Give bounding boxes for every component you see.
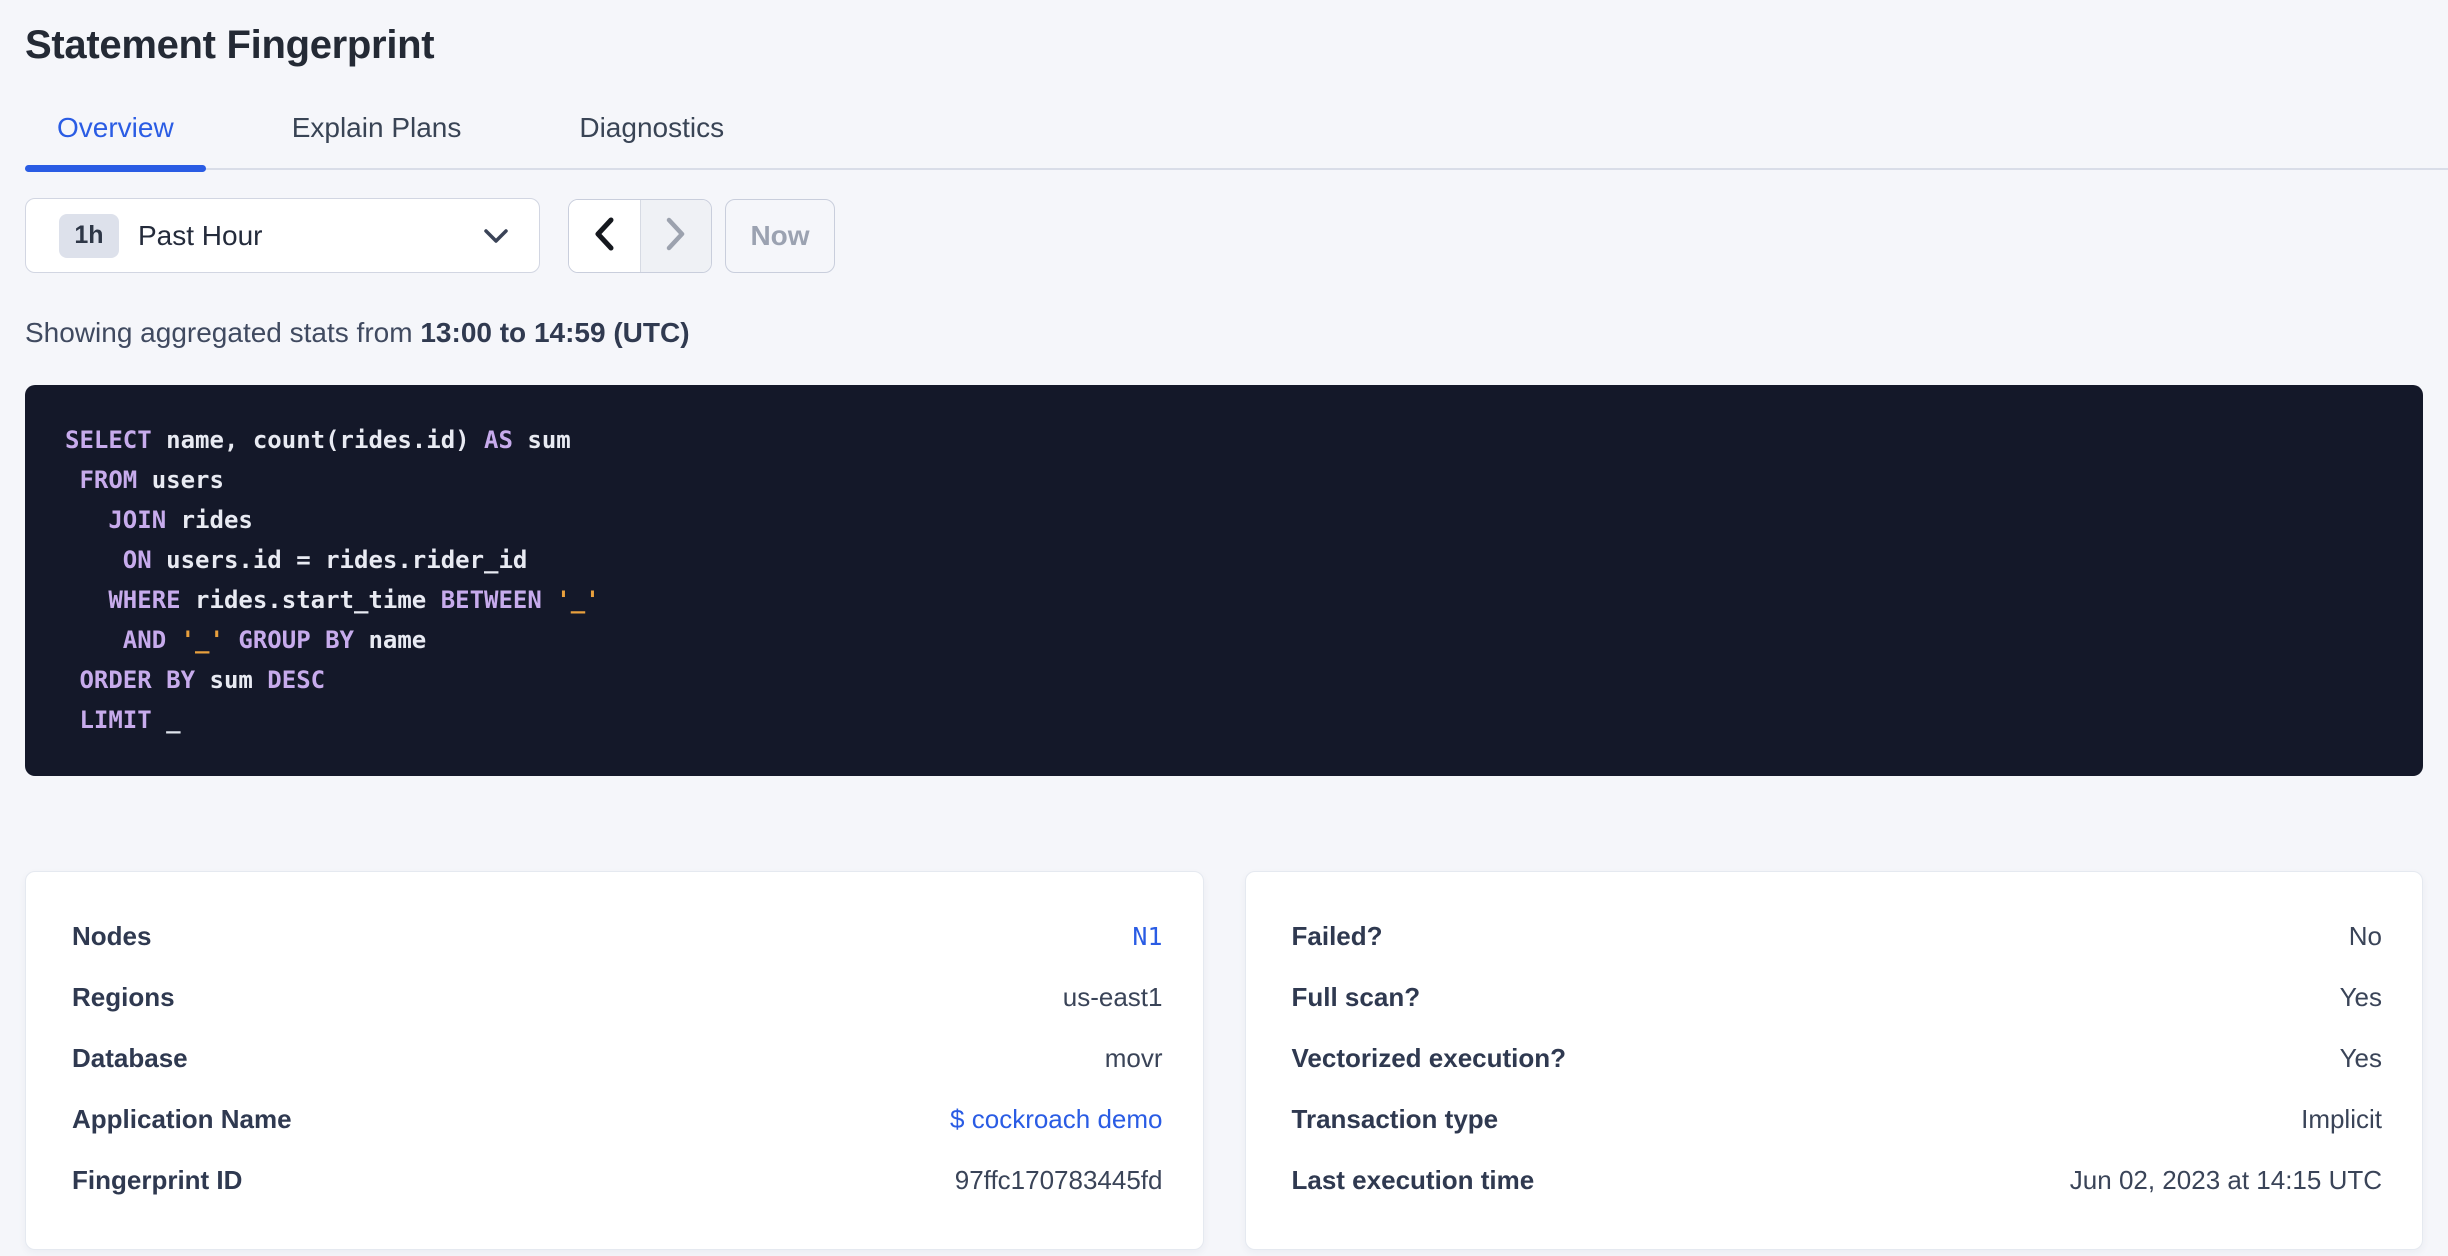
sql-line: ORDER BY sum DESC [65,666,326,694]
detail-value: us-east1 [1062,982,1163,1012]
detail-value: No [2348,921,2382,951]
sql-statement-block: SELECT name, count(rides.id) AS sum FROM… [25,385,2423,776]
tab-explain-plans[interactable]: Explain Plans [260,112,494,168]
node-link[interactable]: N1 [1132,922,1162,951]
detail-label: Fingerprint ID [72,1165,243,1195]
detail-value: Yes [2339,982,2382,1012]
detail-value: Yes [2339,1043,2382,1073]
next-time-window-button[interactable] [639,199,711,272]
detail-label: Full scan? [1291,982,1421,1012]
time-window-pager [568,198,712,273]
time-controls: 1h Past Hour Now [25,198,2423,273]
tab-bar: Overview Explain Plans Diagnostics [25,112,2448,172]
detail-value: Implicit [2301,1104,2382,1134]
sql-line: AND '_' GROUP BY name [65,626,427,654]
time-range-label: Past Hour [138,219,263,251]
detail-label: Application Name [72,1104,292,1134]
detail-row: Fingerprint ID 97ffc170783445fd [72,1150,1163,1211]
detail-label: Database [72,1043,188,1073]
statement-details-rows: Nodes N1 Regions us-east1 Database movr Applic… [72,906,1163,1211]
page-title: Statement Fingerprint [25,23,435,67]
detail-row: Transaction type Implicit [1292,1089,2383,1150]
time-range-badge: 1h [59,213,119,258]
aggregated-stats-text: Showing aggregated stats from 13:00 to 1… [25,317,690,348]
now-button[interactable]: Now [725,198,835,273]
detail-cards: Nodes N1 Regions us-east1 Database movr Applic… [25,871,2423,1250]
app-name-link[interactable]: $ cockroach demo [950,1104,1162,1135]
tab-overview[interactable]: Overview [25,112,206,172]
detail-row: Full scan? Yes [1292,967,2383,1028]
detail-value: movr [1104,1043,1163,1073]
detail-value: 97ffc170783445fd [954,1165,1163,1195]
detail-row: Application Name $ cockroach demo [72,1089,1163,1150]
detail-label: Failed? [1291,921,1383,951]
detail-value: Jun 02, 2023 at 14:15 UTC [2069,1165,2382,1195]
sql-line: JOIN rides [65,506,253,534]
detail-row: Last execution time Jun 02, 2023 at 14:15… [1292,1150,2383,1211]
detail-row: Nodes N1 [72,906,1163,967]
detail-label: Nodes [72,921,152,951]
statement-details-card: Nodes N1 Regions us-east1 Database movr Applic… [25,871,1204,1250]
detail-row: Vectorized execution? Yes [1292,1028,2383,1089]
detail-row: Regions us-east1 [72,967,1163,1028]
sql-code: SELECT name, count(rides.id) AS sum FROM… [65,420,2383,740]
sql-line: SELECT name, count(rides.id) AS sum [65,426,571,454]
chevron-right-icon [665,217,687,254]
execution-attributes-card: Failed? No Full scan? Yes Vectorized executi… [1244,871,2423,1250]
chevron-down-icon [483,228,509,244]
detail-row: Database movr [72,1028,1163,1089]
detail-label: Last execution time [1291,1165,1535,1195]
chevron-left-icon [593,217,615,254]
statement-fingerprint-page: Statement Fingerprint Overview Explain P… [0,0,2448,1256]
time-range-select[interactable]: 1h Past Hour [25,198,540,273]
detail-label: Regions [72,982,175,1012]
detail-row: Failed? No [1292,906,2383,967]
tab-diagnostics[interactable]: Diagnostics [547,112,756,168]
stats-time-range: 13:00 to 14:59 (UTC) [420,317,690,348]
sql-line: ON users.id = rides.rider_id [65,546,528,574]
prev-time-window-button[interactable] [569,199,640,272]
detail-label: Vectorized execution? [1291,1043,1567,1073]
sql-line: FROM users [65,466,224,494]
sql-line: LIMIT _ [65,706,181,734]
detail-label: Transaction type [1291,1104,1499,1134]
execution-attributes-rows: Failed? No Full scan? Yes Vectorized executi… [1292,906,2383,1211]
sql-line: WHERE rides.start_time BETWEEN '_' [65,586,600,614]
